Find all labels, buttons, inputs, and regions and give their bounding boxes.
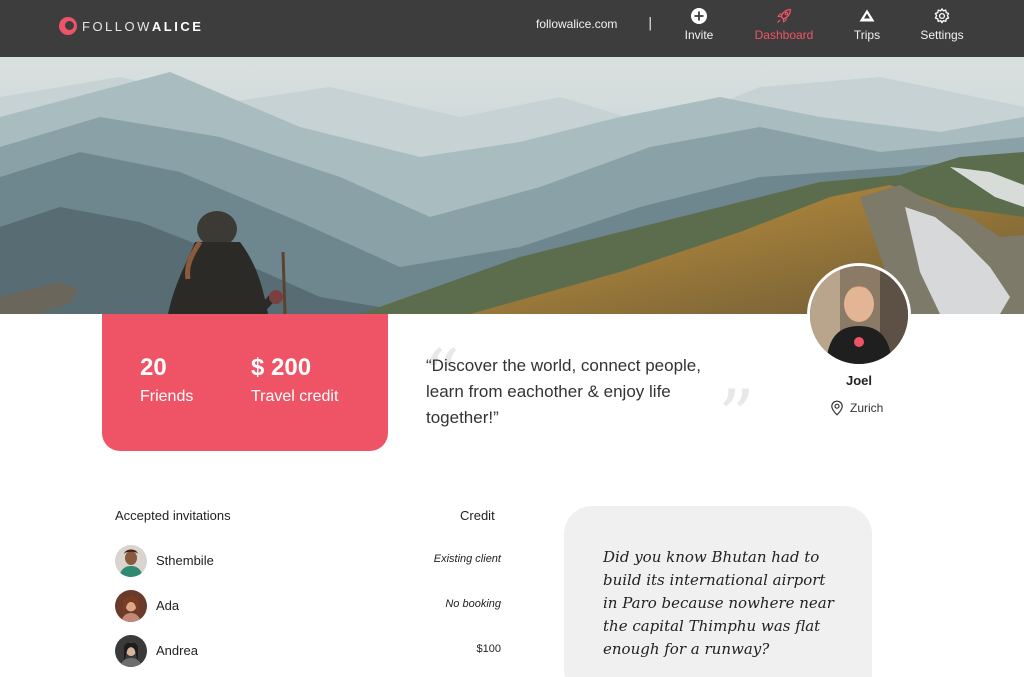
nav-dashboard[interactable]: Dashboard [744, 7, 824, 42]
invitee-avatar [115, 590, 147, 622]
friends-stat: 20 Friends [140, 354, 193, 406]
invitee-name: Andrea [156, 643, 198, 658]
stats-card: 20 Friends $ 200 Travel credit [102, 314, 388, 451]
logo-text: FOLLOWALICE [82, 18, 204, 34]
nav-trips[interactable]: Trips [827, 7, 907, 42]
travel-credit-stat: $ 200 Travel credit [251, 354, 338, 406]
accepted-invitations-heading: Accepted invitations [115, 508, 231, 523]
profile-location-label: Zurich [850, 401, 884, 415]
nav-separator: | [648, 16, 653, 31]
invitation-row[interactable]: Ada No booking [115, 590, 501, 622]
nav-dashboard-label: Dashboard [754, 28, 814, 42]
mountain-icon [859, 9, 875, 22]
plus-circle-icon [691, 8, 707, 24]
profile-photo [810, 266, 908, 364]
travel-credit-amount: $ 200 [251, 354, 312, 381]
travel-fact-card: Did you know Bhutan had to build its int… [564, 506, 872, 677]
invitee-name: Ada [156, 598, 180, 613]
invitee-name: Sthembile [156, 553, 214, 568]
nav-trips-label: Trips [853, 28, 881, 42]
invitation-row[interactable]: Andrea $100 [115, 635, 501, 667]
travel-fact-text: Did you know Bhutan had to build its int… [603, 548, 834, 658]
nav-invite[interactable]: Invite [659, 7, 739, 42]
credit-column-heading: Credit [460, 508, 495, 523]
profile-name: Joel [845, 373, 872, 388]
nav-settings-label: Settings [920, 28, 964, 42]
invitation-row[interactable]: Sthembile Existing client [115, 545, 501, 577]
invitee-credit: $100 [476, 643, 501, 655]
location-pin-icon [831, 400, 843, 416]
invitee-credit: Existing client [433, 553, 501, 565]
logo-icon [59, 17, 77, 35]
gear-icon [934, 8, 950, 24]
motto-quote: “Discover the world, connect people, lea… [426, 356, 701, 427]
nav-invite-label: Invite [684, 28, 714, 42]
invitee-credit: No booking [445, 598, 501, 610]
travel-credit-label: Travel credit [251, 388, 339, 405]
invitee-avatar [115, 545, 147, 577]
rocket-icon [777, 8, 792, 23]
nav-domain-link[interactable]: followalice.com [536, 17, 617, 31]
top-navbar: FOLLOWALICE followalice.com | Invite Das… [0, 0, 1024, 57]
profile-avatar[interactable] [807, 263, 911, 367]
nav-settings[interactable]: Settings [902, 7, 982, 42]
profile-location: Zurich [830, 400, 883, 416]
friends-count: 20 [140, 354, 167, 381]
followalice-logo[interactable]: FOLLOWALICE [59, 16, 203, 36]
friends-label: Friends [140, 388, 194, 405]
invitee-avatar [115, 635, 147, 667]
